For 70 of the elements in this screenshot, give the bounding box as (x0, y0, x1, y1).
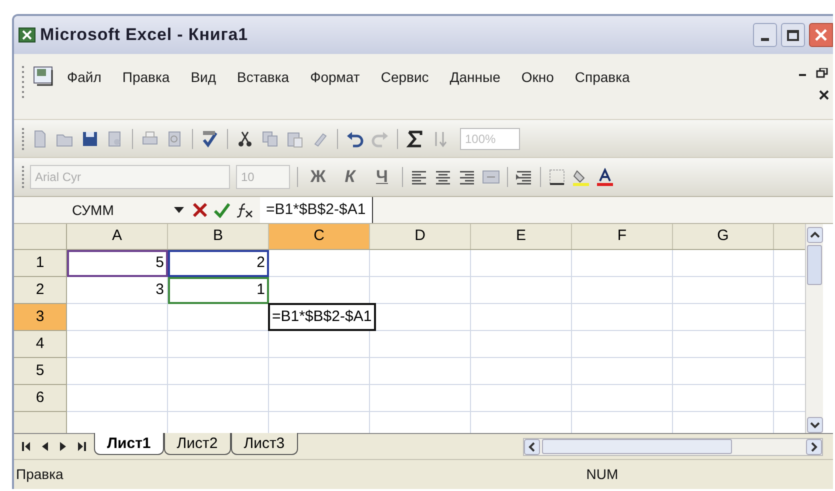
scroll-up-icon[interactable] (806, 227, 822, 243)
cell-value: 1 (256, 280, 266, 300)
cell-value: 2 (256, 253, 266, 274)
function-icon[interactable] (236, 202, 254, 218)
row-header[interactable]: 6 (14, 385, 67, 412)
sheet-tab[interactable]: Лист1 (94, 433, 164, 455)
indent-icon[interactable] (515, 168, 533, 186)
sum-icon[interactable] (406, 130, 424, 148)
cell-value: 5 (156, 253, 165, 274)
menu-item[interactable]: Правка (122, 67, 170, 88)
font-color-icon[interactable] (596, 168, 614, 186)
menu-item[interactable]: Справка (574, 67, 630, 88)
next-sheet-icon[interactable] (60, 442, 66, 451)
merge-cells-icon[interactable] (482, 168, 500, 186)
grip-icon (22, 66, 25, 100)
borders-icon[interactable] (548, 168, 566, 186)
close-button[interactable] (809, 23, 833, 47)
sheet-tab[interactable]: Лист2 (164, 433, 231, 455)
bold-button[interactable]: Ж (305, 164, 331, 190)
menu-item[interactable]: Формат (310, 67, 360, 88)
close-icon[interactable] (819, 90, 829, 100)
save-icon[interactable] (81, 130, 99, 148)
align-right-icon[interactable] (458, 168, 476, 186)
workbook-icon[interactable] (33, 66, 55, 86)
enter-icon[interactable] (214, 202, 230, 218)
cell-editor[interactable]: =B1*$B$2-$A1 (268, 303, 376, 331)
cancel-icon[interactable] (192, 202, 208, 218)
dropdown-icon[interactable] (174, 207, 184, 213)
spelling-icon[interactable] (201, 130, 219, 148)
cell-value: 3 (156, 280, 165, 300)
undo-icon[interactable] (346, 130, 364, 148)
previous-sheet-icon[interactable] (42, 442, 48, 451)
status-indicator: NUM (586, 465, 618, 484)
cut-icon[interactable] (236, 130, 254, 148)
menu-item[interactable]: Сервис (380, 67, 429, 88)
menu-item[interactable]: Данные (450, 67, 500, 88)
align-left-icon[interactable] (410, 168, 428, 186)
fill-color-icon[interactable] (572, 168, 590, 186)
restore-icon[interactable] (799, 68, 829, 78)
scroll-right-icon[interactable] (806, 438, 822, 454)
sheet-tab[interactable]: Лист3 (230, 433, 298, 455)
vertical-scrollbar[interactable] (805, 224, 823, 433)
row-header[interactable]: 5 (14, 358, 67, 385)
formula-field[interactable]: =B1*$B$2-$A1 (260, 197, 373, 223)
horizontal-scrollbar[interactable] (523, 438, 823, 456)
row-header[interactable]: 4 (14, 331, 67, 358)
row-header[interactable]: 2 (14, 277, 67, 304)
menu-item[interactable]: Окно (521, 67, 554, 88)
status-text: Правка (16, 465, 64, 484)
last-sheet-icon[interactable] (78, 442, 86, 451)
maximize-button[interactable] (781, 23, 805, 47)
scroll-down-icon[interactable] (806, 417, 822, 433)
close-icon (814, 28, 828, 42)
menu-item[interactable]: Вид (190, 67, 216, 88)
menu-item[interactable]: Файл (67, 67, 102, 88)
scroll-thumb[interactable] (807, 245, 822, 285)
menu-item[interactable]: Вставка (237, 67, 290, 88)
italic-button[interactable]: К (337, 164, 363, 190)
row-header[interactable]: 3 (14, 304, 67, 331)
name-box[interactable]: СУММ (24, 199, 174, 221)
spreadsheet-icon (18, 27, 36, 43)
align-center-icon[interactable] (434, 168, 452, 186)
minimize-button[interactable] (753, 23, 777, 47)
underline-button[interactable]: Ч (369, 164, 395, 190)
row-header[interactable]: 1 (14, 250, 67, 277)
scroll-left-icon[interactable] (524, 438, 540, 454)
scroll-thumb[interactable] (542, 439, 732, 454)
window-title: Microsoft Excel - Книга1 (40, 24, 248, 46)
first-sheet-icon[interactable] (22, 442, 30, 451)
column-header[interactable]: C (269, 224, 370, 249)
